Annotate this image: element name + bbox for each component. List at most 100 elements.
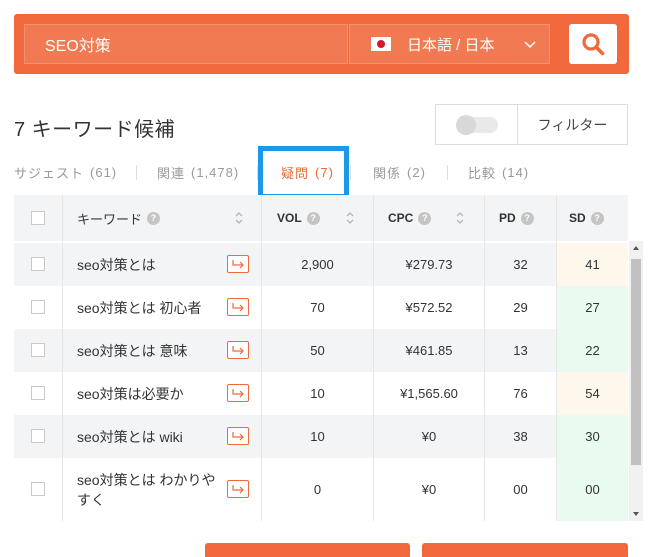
tab-related[interactable]: 関連 (1,478) <box>157 149 239 195</box>
open-keyword-button[interactable] <box>227 384 249 402</box>
vol-cell: 0 <box>313 482 322 497</box>
keyword-cell[interactable]: seo対策とは 初心者 <box>77 286 217 329</box>
arrow-right-icon <box>232 432 244 441</box>
table-row[interactable]: seo対策とは わかりやすく 0 ¥0 00 00 <box>14 458 628 521</box>
keyword-cell[interactable]: seo対策とは わかりやすく <box>77 458 217 521</box>
vol-cell: 2,900 <box>301 257 334 272</box>
column-label: VOL <box>277 211 302 225</box>
vol-cell: 10 <box>310 386 325 401</box>
cpc-cell: ¥0 <box>421 482 437 497</box>
arrow-right-icon <box>232 485 244 494</box>
filter-toggle[interactable] <box>455 114 498 135</box>
scroll-down-arrow-icon[interactable] <box>629 507 643 521</box>
active-tab-highlight <box>258 146 349 199</box>
tab-suggest[interactable]: サジェスト (61) <box>14 149 117 195</box>
keyword-cell[interactable]: seo対策とは <box>77 243 217 286</box>
column-header-vol[interactable]: VOL? <box>277 195 320 241</box>
sort-icon[interactable] <box>234 209 244 227</box>
tab-count: (61) <box>90 164 118 180</box>
vol-cell: 50 <box>310 343 325 358</box>
row-checkbox[interactable] <box>31 482 45 496</box>
tab-label: 比較 <box>468 165 497 181</box>
cpc-cell: ¥572.52 <box>405 300 453 315</box>
tab-label: 関係 <box>373 165 402 181</box>
sd-cell: 00 <box>557 458 628 521</box>
cpc-cell: ¥0 <box>421 429 437 444</box>
open-keyword-button[interactable] <box>227 298 249 316</box>
table-row[interactable]: seo対策とは 意味 50 ¥461.85 13 22 <box>14 329 628 372</box>
keyword-cell[interactable]: seo対策とは wiki <box>77 415 217 458</box>
filter-panel: フィルター <box>435 104 628 145</box>
column-label: キーワード <box>77 211 143 227</box>
keyword-count-title: 7 キーワード候補 <box>14 119 176 141</box>
vol-cell: 10 <box>310 429 325 444</box>
column-label: CPC <box>388 211 414 225</box>
help-icon: ? <box>306 211 320 225</box>
cpc-cell: ¥279.73 <box>405 257 453 272</box>
open-keyword-button[interactable] <box>227 480 249 498</box>
search-query: SEO対策 <box>45 38 111 55</box>
arrow-right-icon <box>232 346 244 355</box>
search-input[interactable]: SEO対策 <box>24 24 348 64</box>
bottom-action-button[interactable] <box>422 543 628 557</box>
language-select[interactable]: 日本語 / 日本 <box>349 24 550 64</box>
row-checkbox[interactable] <box>31 386 45 400</box>
column-label: PD <box>499 211 516 225</box>
keyword-cell[interactable]: seo対策は必要か <box>77 372 217 415</box>
arrow-right-icon <box>232 260 244 269</box>
tab-comparisons[interactable]: 比較 (14) <box>468 149 529 195</box>
column-header-keyword[interactable]: キーワード? <box>77 195 161 241</box>
tab-prepositions[interactable]: 関係 (2) <box>373 149 426 195</box>
sd-cell: 22 <box>557 329 628 372</box>
open-keyword-button[interactable] <box>227 427 249 445</box>
table-row[interactable]: seo対策とは 2,900 ¥279.73 32 41 <box>14 243 628 286</box>
column-label: SD <box>569 211 586 225</box>
select-all-checkbox[interactable] <box>31 211 45 225</box>
pd-cell: 29 <box>513 300 528 315</box>
help-icon: ? <box>418 211 432 225</box>
tab-count: (2) <box>407 164 426 180</box>
tab-label: サジェスト <box>14 165 85 181</box>
row-checkbox[interactable] <box>31 300 45 314</box>
table-row[interactable]: seo対策とは 初心者 70 ¥572.52 29 27 <box>14 286 628 329</box>
tab-label: 関連 <box>157 165 186 181</box>
japan-flag-icon <box>371 37 391 51</box>
keyword-cell[interactable]: seo対策とは 意味 <box>77 329 217 372</box>
sort-icon[interactable] <box>345 209 355 227</box>
table-scrollbar[interactable] <box>629 241 643 521</box>
help-icon: ? <box>590 211 604 225</box>
table-row[interactable]: seo対策は必要か 10 ¥1,565.60 76 54 <box>14 372 628 415</box>
bottom-action-button[interactable] <box>205 543 410 557</box>
scroll-up-arrow-icon[interactable] <box>629 241 643 255</box>
sort-icon[interactable] <box>455 209 465 227</box>
filter-button[interactable]: フィルター <box>518 105 627 144</box>
pd-cell: 32 <box>513 257 528 272</box>
search-icon <box>582 33 605 56</box>
help-icon: ? <box>520 211 534 225</box>
arrow-right-icon <box>232 303 244 312</box>
search-button[interactable] <box>569 24 617 64</box>
arrow-right-icon <box>232 389 244 398</box>
column-header-sd[interactable]: SD? <box>569 195 604 241</box>
cpc-cell: ¥461.85 <box>405 343 453 358</box>
sd-cell: 30 <box>557 415 628 458</box>
vol-cell: 70 <box>310 300 325 315</box>
column-header-cpc[interactable]: CPC? <box>388 195 432 241</box>
filter-toggle-cell <box>436 105 518 144</box>
pd-cell: 38 <box>513 429 528 444</box>
column-header-pd[interactable]: PD? <box>499 195 534 241</box>
open-keyword-button[interactable] <box>227 255 249 273</box>
search-bar: SEO対策 日本語 / 日本 <box>14 14 629 74</box>
pd-cell: 00 <box>513 482 528 497</box>
keyword-table: キーワード? VOL? CPC? PD? SD? seo対策とは 2,900 ¥… <box>14 195 628 521</box>
open-keyword-button[interactable] <box>227 341 249 359</box>
table-row[interactable]: seo対策とは wiki 10 ¥0 38 30 <box>14 415 628 458</box>
tab-count: (14) <box>502 164 530 180</box>
row-checkbox[interactable] <box>31 429 45 443</box>
table-header: キーワード? VOL? CPC? PD? SD? <box>14 195 628 241</box>
chevron-down-icon <box>524 41 536 49</box>
row-checkbox[interactable] <box>31 343 45 357</box>
row-checkbox[interactable] <box>31 257 45 271</box>
help-icon: ? <box>147 211 161 225</box>
scrollbar-thumb[interactable] <box>631 259 641 465</box>
